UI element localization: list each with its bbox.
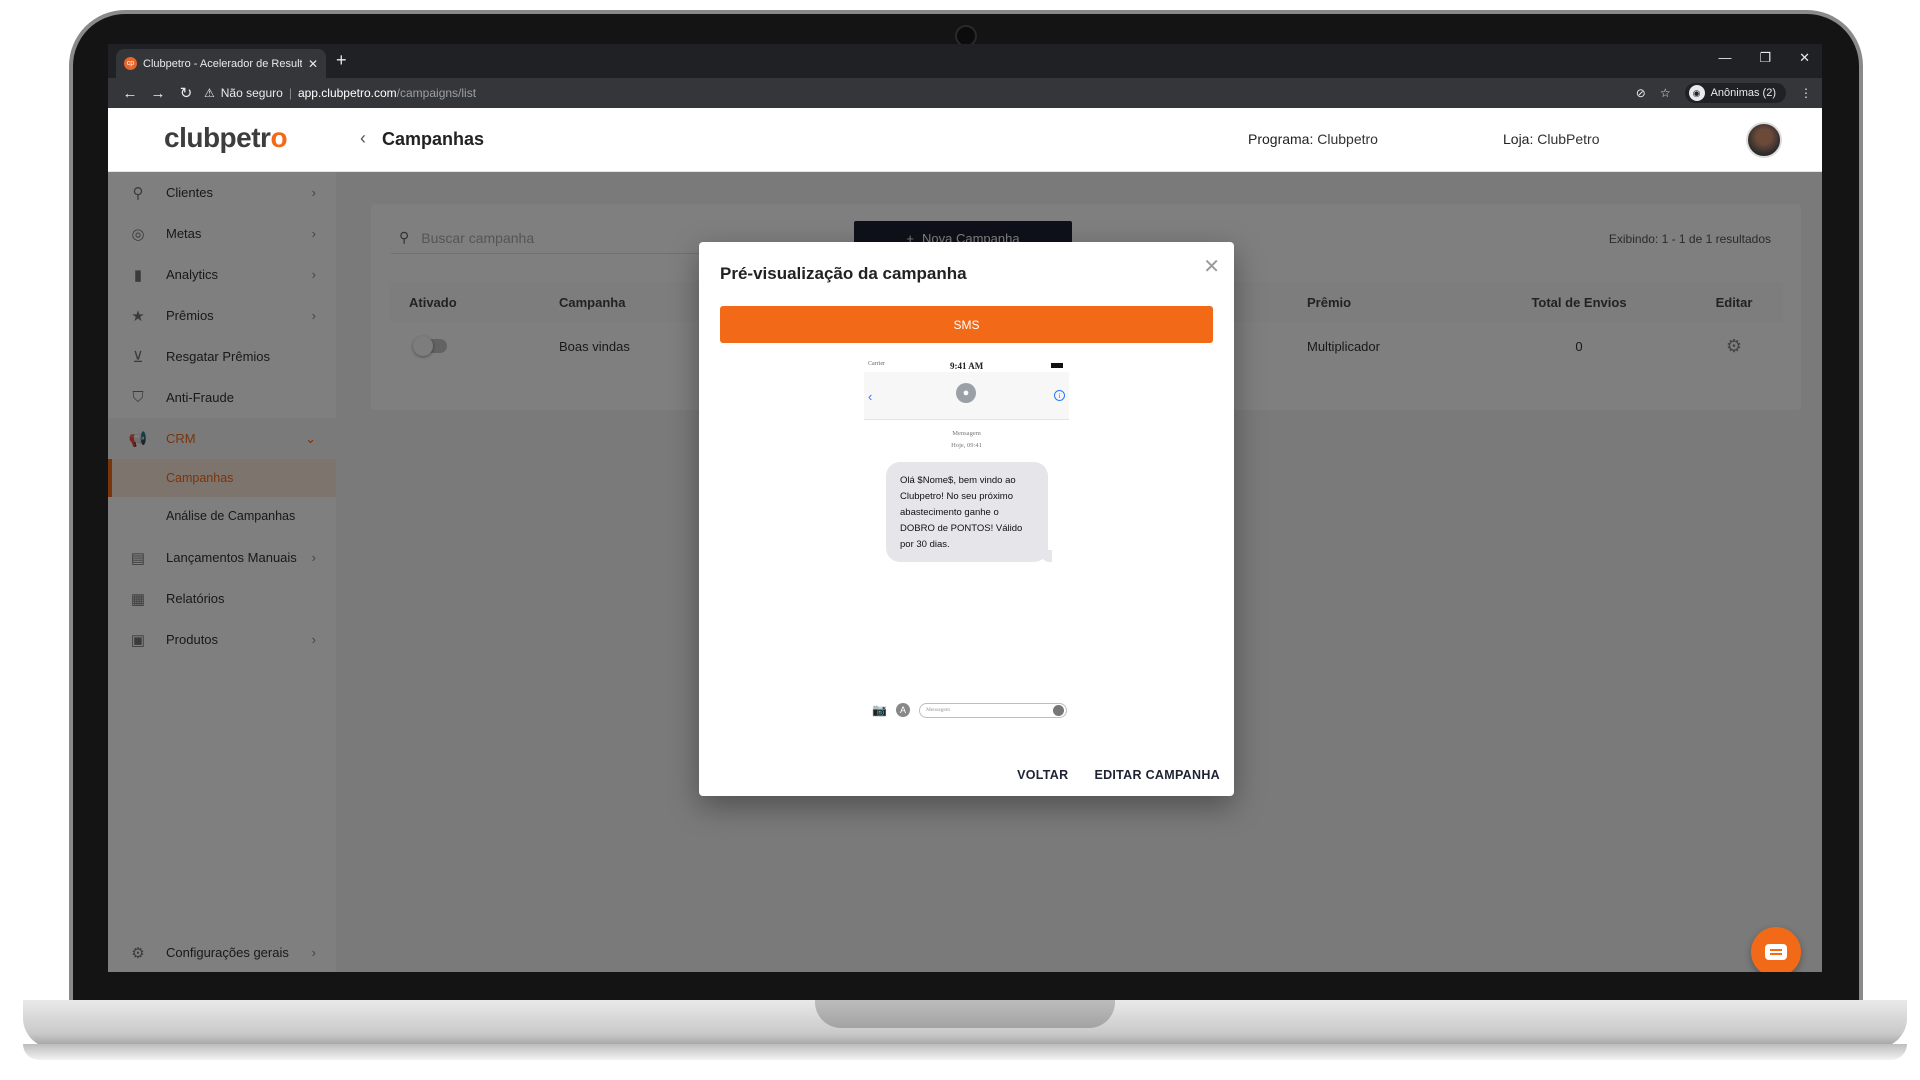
clubpetro-favicon-icon: cp: [124, 57, 137, 70]
browser-tab[interactable]: cp Clubpetro - Acelerador de Result ✕: [116, 49, 326, 78]
battery-icon: [1051, 363, 1063, 368]
new-tab-icon[interactable]: +: [336, 50, 347, 71]
phone-time: 9:41 AM: [950, 361, 984, 371]
message-meta-line1: Mensagem: [952, 430, 981, 437]
logo-accent: o: [270, 122, 288, 153]
url-host: app.clubpetro.com: [297, 86, 397, 100]
voltar-button[interactable]: VOLTAR: [1017, 768, 1068, 782]
browser-toolbar: ← → ↻ ⚠ Não seguro | app.clubpetro.com /…: [108, 78, 1822, 108]
tab-close-icon[interactable]: ✕: [308, 57, 318, 71]
browser-tabbar: cp Clubpetro - Acelerador de Result ✕ + …: [108, 44, 1822, 78]
loja-selector[interactable]: Loja: ClubPetro: [1503, 131, 1600, 147]
restore-icon[interactable]: ❐: [1759, 50, 1771, 66]
incognito-icon: ◉: [1688, 85, 1705, 101]
app-store-icon: A: [895, 703, 910, 717]
address-separator: |: [288, 86, 292, 100]
clubpetro-logo[interactable]: clubpetro: [164, 122, 288, 154]
programa-value: Clubpetro: [1317, 131, 1378, 147]
loja-value: ClubPetro: [1537, 131, 1600, 147]
carrier-label: Carrier: [868, 361, 885, 367]
back-arrow-icon[interactable]: ←: [116, 85, 144, 102]
loja-label: Loja:: [1503, 131, 1534, 147]
chevron-left-icon[interactable]: ‹: [360, 128, 366, 149]
close-icon[interactable]: ✕: [1203, 254, 1220, 279]
programa-label: Programa:: [1248, 131, 1314, 147]
reload-icon[interactable]: ↻: [172, 84, 200, 102]
chat-bubble-icon: [1765, 944, 1787, 960]
forward-arrow-icon[interactable]: →: [144, 85, 172, 102]
logo-text: clubpetr: [164, 122, 271, 153]
kebab-menu-icon[interactable]: ⋮: [1800, 86, 1812, 100]
preview-modal: Pré-visualização da campanha ✕ SMS Carri…: [699, 242, 1234, 796]
url-path: /campaigns/list: [396, 86, 477, 100]
camera-icon: 📷: [872, 703, 887, 717]
programa-selector[interactable]: Programa: Clubpetro: [1248, 131, 1378, 147]
laptop-base-edge: [23, 1044, 1907, 1060]
window-close-icon[interactable]: ✕: [1799, 50, 1810, 66]
eye-off-icon[interactable]: ⊘: [1636, 86, 1646, 100]
toolbar-right: ⊘ ☆ ◉ Anônimas (2) ⋮: [1636, 82, 1812, 104]
microphone-icon: [1053, 704, 1064, 716]
screen: cp Clubpetro - Acelerador de Result ✕ + …: [108, 44, 1822, 972]
page-title: Campanhas: [382, 129, 485, 149]
tab-title: Clubpetro - Acelerador de Result: [143, 57, 302, 70]
editar-campanha-button[interactable]: EDITAR CAMPANHA: [1094, 768, 1220, 782]
window-controls: — ❐ ✕: [1718, 50, 1810, 66]
incognito-label: Anônimas (2): [1710, 87, 1776, 99]
message-meta-line2: Hoje, 09:41: [951, 442, 982, 449]
phone-status-bar: Carrier 9:41 AM: [866, 360, 1067, 372]
modal-title: Pré-visualização da campanha: [720, 264, 967, 283]
message-input-placeholder: Mensagem: [925, 707, 951, 713]
avatar[interactable]: [1746, 122, 1782, 158]
message-header: ‹ ● i: [864, 372, 1069, 420]
contact-avatar-icon: ●: [956, 383, 976, 403]
message-meta: Mensagem Hoje, 09:41: [864, 428, 1069, 452]
warning-icon: ⚠: [204, 86, 215, 100]
message-input: Mensagem: [918, 702, 1067, 718]
laptop-notch: [815, 1000, 1115, 1028]
message-composer: 📷 A Mensagem: [872, 702, 1067, 718]
minimize-icon[interactable]: —: [1718, 50, 1731, 66]
tab-sms[interactable]: SMS: [720, 306, 1213, 343]
modal-actions: VOLTAR EDITAR CAMPANHA: [1017, 768, 1220, 782]
app-header: clubpetro ‹ Campanhas Programa: Clubpetr…: [108, 108, 1822, 172]
chevron-left-icon: ‹: [868, 389, 873, 404]
star-icon[interactable]: ☆: [1660, 86, 1671, 100]
phone-preview: Carrier 9:41 AM ‹ ● i Mensagem Hoje, 09:…: [864, 360, 1069, 720]
chat-button[interactable]: [1751, 927, 1801, 972]
incognito-badge[interactable]: ◉ Anônimas (2): [1684, 83, 1786, 103]
info-icon: i: [1054, 390, 1065, 401]
security-label: Não seguro: [220, 86, 283, 100]
sms-message-bubble: Olá $Nome$, bem vindo ao Clubpetro! No s…: [886, 462, 1052, 562]
address-bar[interactable]: ⚠ Não seguro | app.clubpetro.com /campai…: [204, 82, 1542, 104]
